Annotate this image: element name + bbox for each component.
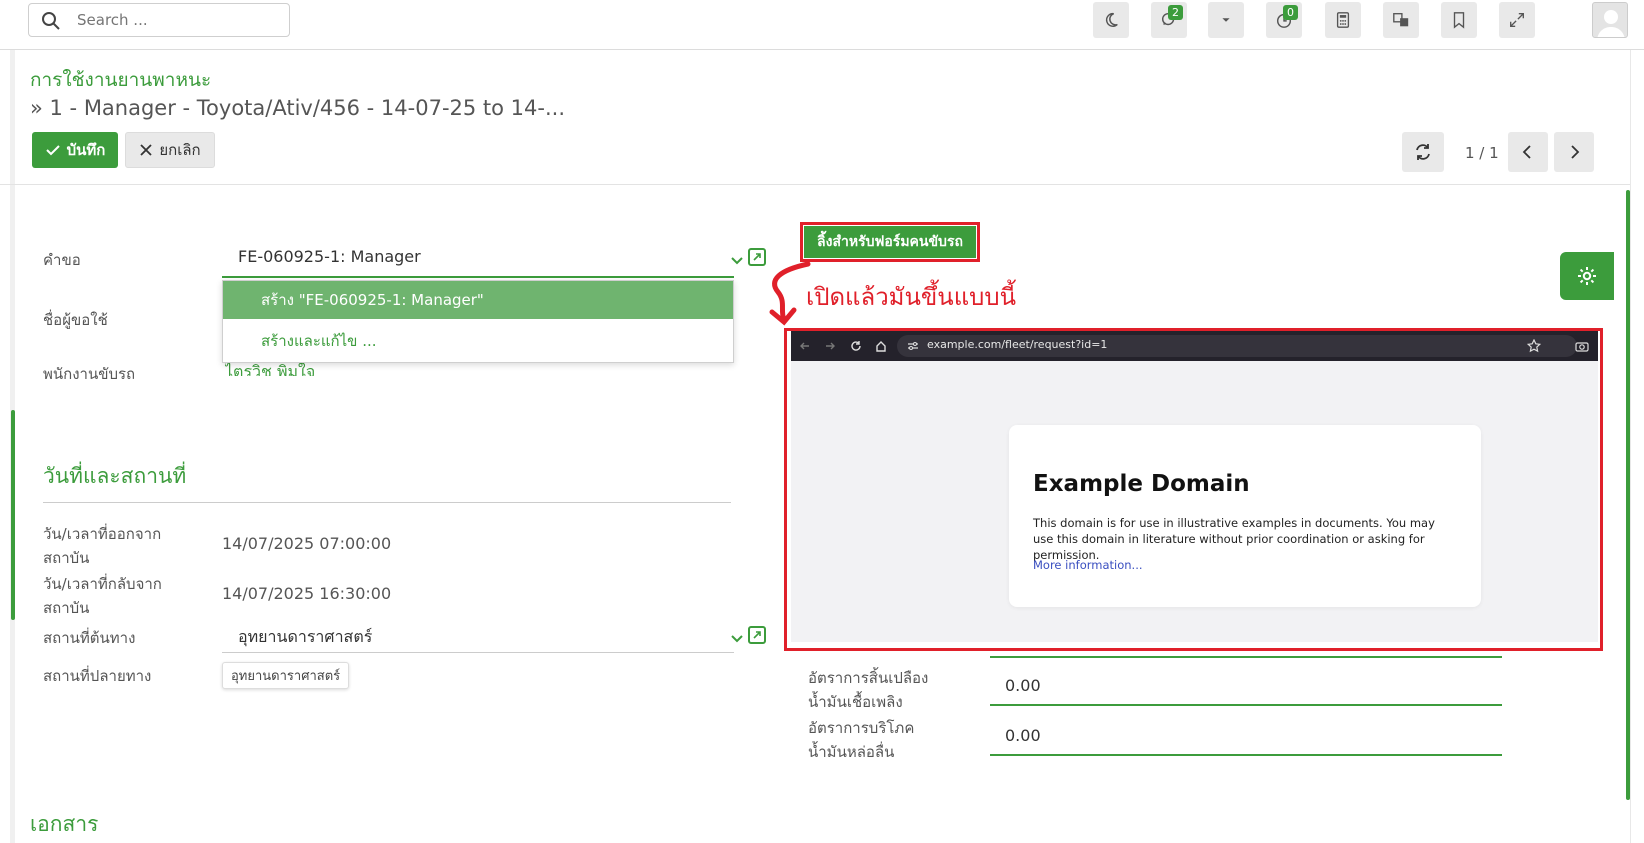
external-link-icon[interactable]: [748, 626, 766, 644]
example-more-link: More information...: [1033, 558, 1143, 572]
language-button[interactable]: [1383, 2, 1419, 38]
star-icon: [1527, 339, 1541, 353]
fuel-label-line1: อัตราการสิ้นเปลือง: [808, 669, 929, 687]
check-icon: [45, 145, 60, 156]
depart-label: วัน/เวลาที่ออกจาก สถาบัน: [43, 522, 161, 570]
autocomplete-dropdown: สร้าง "FE-060925-1: Manager" สร้างและแก้…: [222, 280, 734, 363]
lube-rate-label: อัตราการบริโภค น้ำมันหล่อลื่น: [808, 716, 914, 764]
top-bar: 2 0: [0, 0, 1644, 50]
previous-record-button[interactable]: [1508, 132, 1548, 172]
requester-label: ชื่อผู้ขอใช้: [43, 311, 108, 329]
caret-down-icon: [1222, 18, 1230, 22]
origin-field[interactable]: อุทยานดาราศาสตร์: [238, 625, 372, 650]
section-title-datetime: วันที่และสถานที่: [43, 464, 187, 488]
refresh-button[interactable]: [1402, 132, 1444, 172]
request-field-underline: [222, 276, 734, 278]
depart-value[interactable]: 14/07/2025 07:00:00: [222, 534, 391, 553]
user-icon: [1597, 10, 1625, 37]
translate-icon: [1393, 13, 1409, 27]
destination-label: สถานที่ปลายทาง: [43, 667, 152, 685]
origin-label: สถานที่ต้นทาง: [43, 629, 136, 647]
driver-form-link-button[interactable]: ลิ้งสำหรับฟอร์มคนขับรถ: [804, 226, 976, 258]
browser-toolbar: example.com/fleet/request?id=1: [791, 331, 1598, 361]
distance-underline: [990, 656, 1502, 658]
depart-label-line2: สถาบัน: [43, 549, 90, 567]
fuel-rate-value[interactable]: 0.00: [1005, 676, 1041, 695]
right-scroll-indicator[interactable]: [1626, 190, 1630, 800]
chevron-right-icon: [1571, 145, 1580, 159]
save-label: บันทึก: [66, 141, 106, 159]
dropdown-create-option[interactable]: สร้าง "FE-060925-1: Manager": [223, 281, 733, 319]
fullscreen-button[interactable]: [1499, 2, 1535, 38]
save-button[interactable]: บันทึก: [32, 132, 118, 168]
pager-counter[interactable]: 1 / 1: [1465, 144, 1499, 162]
fuel-label-line2: น้ำมันเชื้อเพลิง: [808, 693, 903, 711]
origin-field-underline: [222, 652, 734, 653]
return-label-line2: สถาบัน: [43, 599, 90, 617]
destination-tag[interactable]: อุทยานดาราศาสตร์: [222, 662, 350, 689]
gear-icon: [1578, 267, 1596, 285]
right-divider: [1630, 50, 1631, 843]
forward-icon: [826, 342, 835, 350]
lube-label-line2: น้ำมันหล่อลื่น: [808, 743, 895, 761]
example-domain-card: Example Domain This domain is for use in…: [1009, 425, 1481, 607]
bookmark-icon: [1453, 12, 1465, 29]
chevron-down-icon[interactable]: [730, 632, 744, 646]
site-settings-icon: [908, 342, 918, 350]
settings-side-tab[interactable]: [1560, 252, 1614, 300]
return-label: วัน/เวลาที่กลับจาก สถาบัน: [43, 572, 162, 620]
search-box[interactable]: [28, 3, 290, 37]
cancel-label: ยกเลิก: [159, 141, 201, 159]
bookmark-button[interactable]: [1441, 2, 1477, 38]
next-record-button[interactable]: [1554, 132, 1594, 172]
home-icon: [876, 341, 886, 352]
chevron-down-icon[interactable]: [730, 254, 744, 268]
record-title: » 1 - Manager - Toyota/Ativ/456 - 14-07-…: [30, 96, 566, 120]
return-value[interactable]: 14/07/2025 16:30:00: [222, 584, 391, 603]
reload-icon: [851, 341, 861, 351]
calculator-button[interactable]: [1325, 2, 1361, 38]
activity-button[interactable]: 0: [1266, 2, 1302, 38]
lube-label-line1: อัตราการบริโภค: [808, 719, 915, 737]
search-icon: [42, 12, 60, 30]
close-icon: [140, 144, 152, 156]
section-title-documents: เอกสาร: [30, 812, 99, 836]
calculator-icon: [1336, 12, 1350, 28]
driver-label: พนักงานขับรถ: [43, 365, 136, 383]
section-divider: [43, 502, 731, 503]
control-panel-divider: [0, 184, 1630, 185]
request-field[interactable]: FE-060925-1: Manager: [238, 247, 421, 266]
fuel-rate-label: อัตราการสิ้นเปลือง น้ำมันเชื้อเพลิง: [808, 666, 928, 714]
app-breadcrumb[interactable]: การใช้งานยานพาหนะ: [30, 65, 211, 95]
chat-badge: 2: [1168, 5, 1183, 20]
cancel-button[interactable]: ยกเลิก: [125, 132, 215, 168]
address-text: example.com/fleet/request?id=1: [927, 338, 1108, 351]
camera-icon: [1575, 342, 1589, 352]
back-icon: [800, 342, 809, 350]
refresh-icon: [1416, 144, 1430, 160]
left-scroll-indicator: [11, 410, 15, 620]
lube-rate-value[interactable]: 0.00: [1005, 726, 1041, 745]
request-label: คำขอ: [43, 251, 81, 269]
user-avatar[interactable]: [1592, 2, 1628, 38]
example-body: This domain is for use in illustrative e…: [1033, 516, 1435, 562]
search-input[interactable]: [77, 9, 277, 31]
dropdown-toggle-button[interactable]: [1208, 2, 1244, 38]
chat-button[interactable]: 2: [1151, 2, 1187, 38]
dark-mode-button[interactable]: [1093, 2, 1129, 38]
return-label-line1: วัน/เวลาที่กลับจาก: [43, 575, 162, 593]
depart-label-line1: วัน/เวลาที่ออกจาก: [43, 525, 162, 543]
dropdown-create-edit-option[interactable]: สร้างและแก้ไข ...: [223, 321, 733, 361]
fuel-rate-underline: [990, 704, 1502, 706]
moon-icon: [1105, 12, 1118, 27]
chevron-left-icon: [1522, 145, 1531, 159]
annotation-note: เปิดแล้วมันขึ้นแบบนี้: [806, 283, 1017, 311]
example-heading: Example Domain: [1033, 471, 1250, 497]
lube-rate-underline: [990, 754, 1502, 756]
embedded-browser-screenshot: example.com/fleet/request?id=1 Example D…: [791, 331, 1598, 642]
activity-badge: 0: [1283, 5, 1298, 20]
expand-icon: [1510, 13, 1524, 27]
